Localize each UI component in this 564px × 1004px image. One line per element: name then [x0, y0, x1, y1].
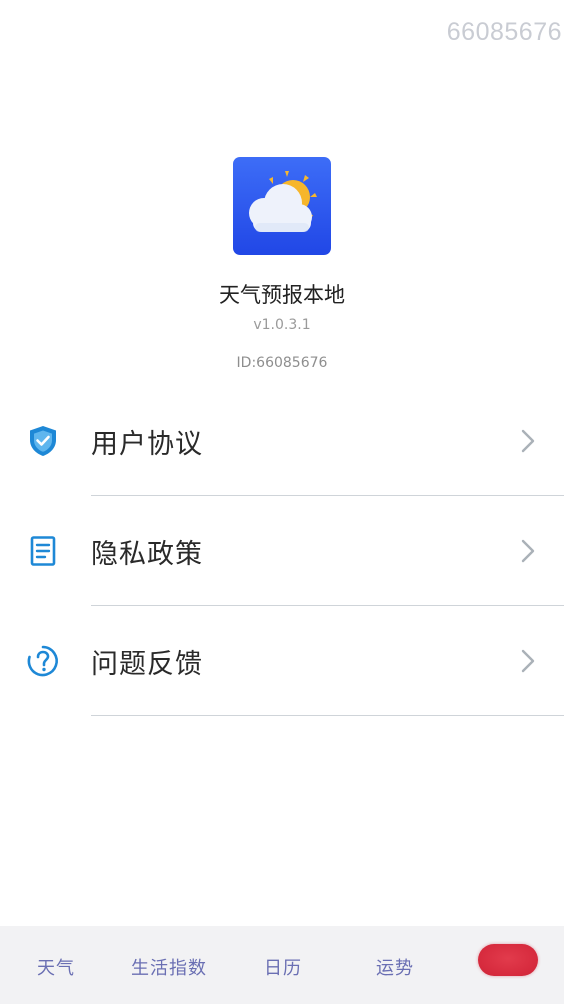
- menu-item-feedback[interactable]: 问题反馈: [0, 606, 564, 716]
- document-icon: [26, 534, 60, 568]
- about-screen: 66085676 天气预报本地 v1.0.3.1 ID:66085676 用户协…: [0, 0, 564, 1004]
- tab-calendar[interactable]: 日历: [264, 954, 302, 980]
- watermark-text: 66085676: [446, 18, 562, 46]
- menu-item-privacy-policy[interactable]: 隐私政策: [0, 496, 564, 606]
- question-circle-icon: [26, 644, 60, 678]
- tab-weather[interactable]: 天气: [37, 954, 75, 980]
- shield-check-icon: [26, 424, 60, 458]
- tab-red-badge[interactable]: [478, 944, 538, 976]
- tab-fortune[interactable]: 运势: [376, 954, 414, 980]
- divider: [91, 715, 564, 716]
- menu-item-label: 用户协议: [91, 429, 203, 460]
- weather-cloud-sun-icon: [233, 157, 331, 255]
- app-name: 天气预报本地: [219, 283, 345, 307]
- menu-item-user-agreement[interactable]: 用户协议: [0, 386, 564, 496]
- app-version: v1.0.3.1: [253, 317, 311, 333]
- chevron-right-icon: [520, 648, 536, 674]
- menu-item-label: 问题反馈: [91, 649, 203, 680]
- app-id: ID:66085676: [236, 355, 328, 371]
- tab-life-index[interactable]: 生活指数: [131, 954, 207, 980]
- chevron-right-icon: [520, 428, 536, 454]
- menu-item-label: 隐私政策: [91, 539, 203, 570]
- settings-menu: 用户协议 隐私政策 问题反馈: [0, 386, 564, 716]
- chevron-right-icon: [520, 538, 536, 564]
